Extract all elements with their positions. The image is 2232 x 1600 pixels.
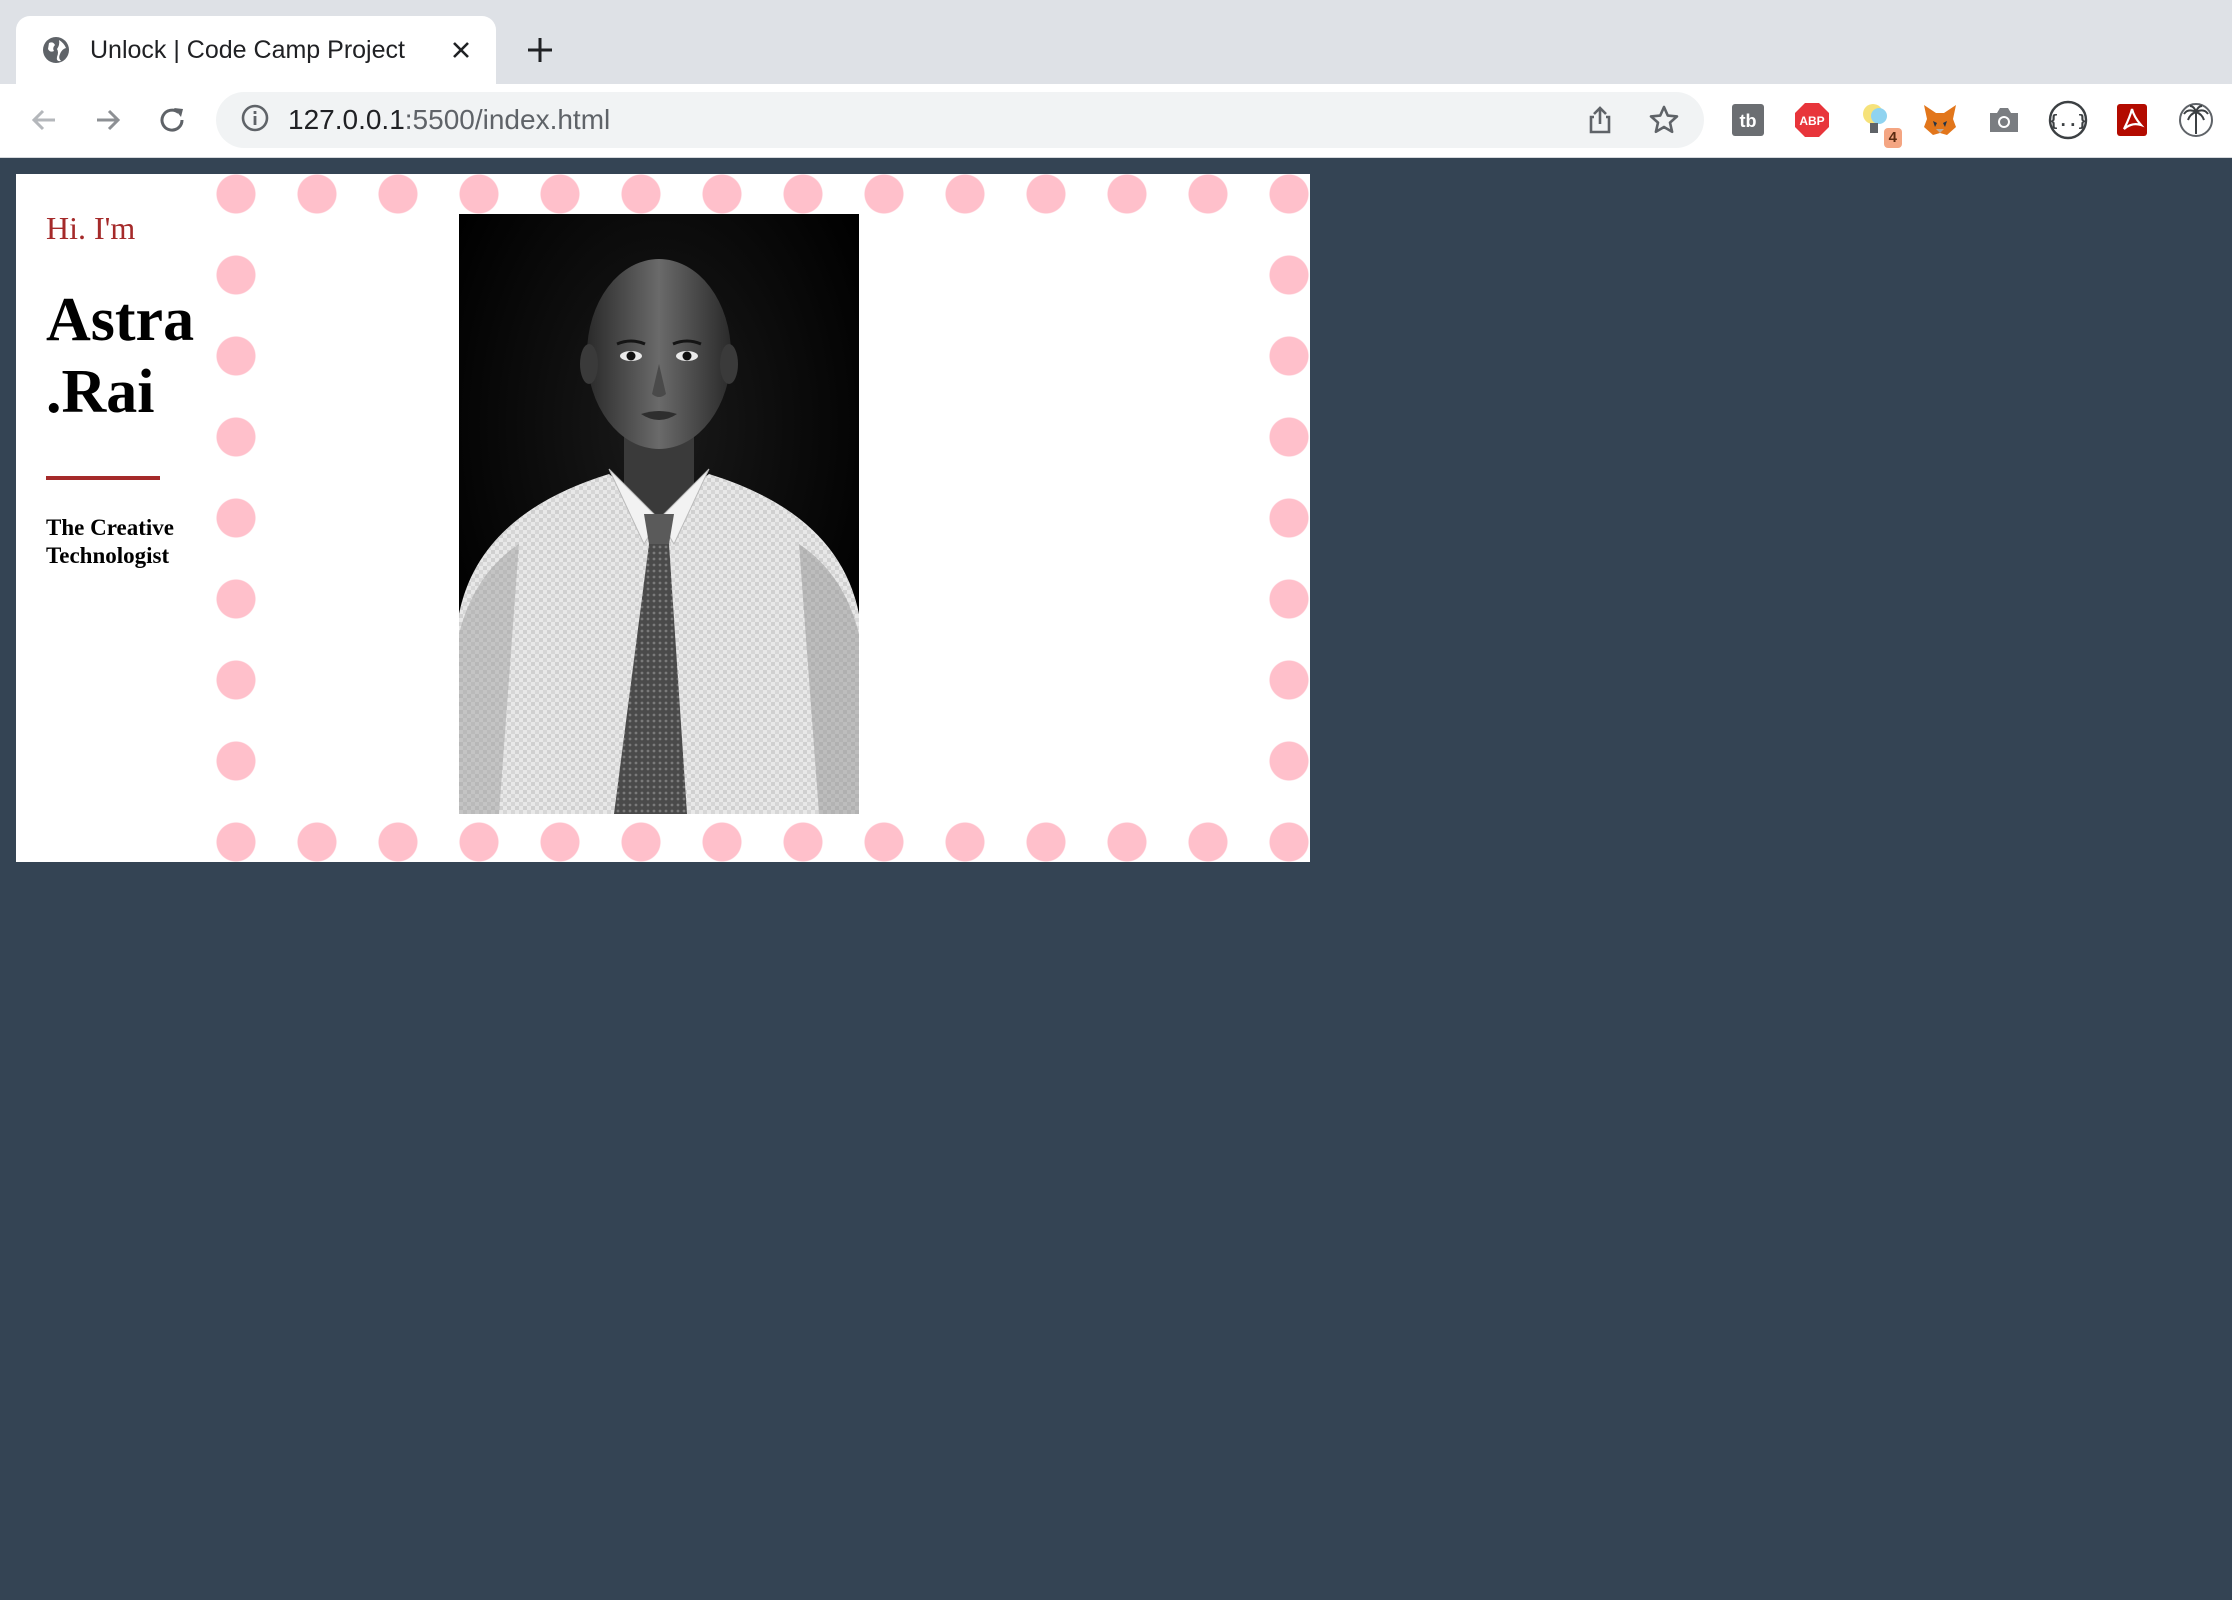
browser-toolbar: 127.0.0.1:5500/index.html tb ABP 4 {..} [0,84,2232,158]
bookmark-star-icon[interactable] [1642,98,1686,142]
tab-strip: Unlock | Code Camp Project [0,0,2232,84]
greeting-text: Hi. I'm [46,210,136,246]
url-host: 127.0.0.1 [288,104,405,135]
forward-arrow-icon [97,109,121,131]
tb-extension-icon[interactable]: tb [1726,98,1770,142]
adblock-plus-icon[interactable]: ABP [1790,98,1834,142]
hero-card: Hi. I'm Astra .Rai The Creative Technolo… [16,174,1310,862]
portrait-photo [459,214,859,814]
tab-title: Unlock | Code Camp Project [90,35,405,64]
pdf-extension-icon[interactable] [2110,98,2154,142]
svg-text:{..}: {..} [2049,111,2088,130]
site-info-icon[interactable] [240,103,270,138]
accent-divider [46,476,160,480]
back-button[interactable] [22,98,66,142]
url-path: :5500/index.html [404,104,611,135]
back-arrow-icon [31,109,55,131]
reload-button[interactable] [150,98,194,142]
share-icon[interactable] [1578,98,1622,142]
reload-icon [160,108,184,132]
globe-icon [40,34,72,66]
svg-text:ABP: ABP [1799,114,1824,128]
palm-tree-extension-icon[interactable] [2174,98,2218,142]
svg-text:tb: tb [1740,111,1757,131]
braces-extension-icon[interactable]: {..} [2046,98,2090,142]
close-tab-icon[interactable] [444,33,478,67]
extension-badge: 4 [1883,128,1902,148]
person-name: Astra .Rai [46,284,194,428]
active-tab[interactable]: Unlock | Code Camp Project [16,16,496,84]
new-tab-button[interactable] [518,28,562,72]
polka-dot-frame [216,174,1310,862]
camera-icon[interactable] [1982,98,2026,142]
metamask-fox-icon[interactable] [1918,98,1962,142]
name-first: Astra [46,286,195,354]
tagline: The Creative Technologist [46,515,174,568]
name-last: .Rai [46,358,155,426]
address-bar[interactable]: 127.0.0.1:5500/index.html [216,92,1704,148]
url-text[interactable]: 127.0.0.1:5500/index.html [288,104,610,136]
forward-button[interactable] [86,98,130,142]
portrait-illustration [459,214,859,814]
lightbulb-extension-icon[interactable]: 4 [1854,98,1902,148]
